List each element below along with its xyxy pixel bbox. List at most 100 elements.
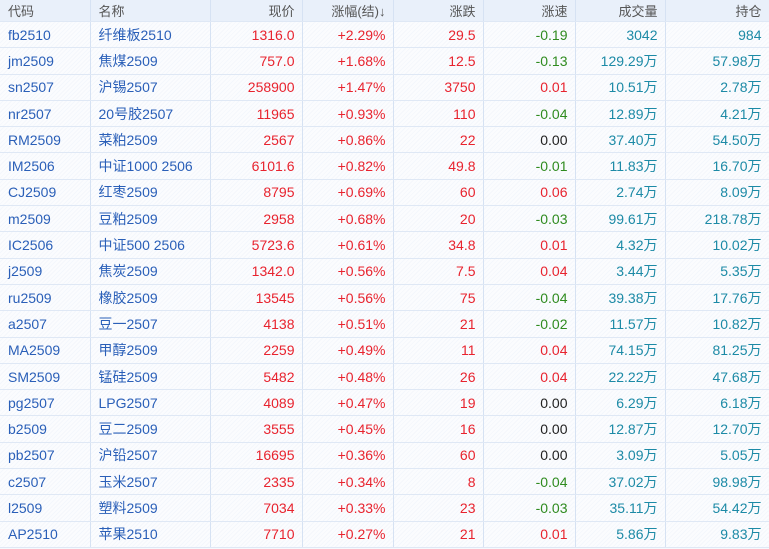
cell-code: a2507 [0, 310, 91, 338]
table-row[interactable]: pg2507 LPG2507 4089 +0.47% 19 0.00 6.29万 6.18万 [0, 389, 769, 417]
table-row[interactable]: RM2509 菜粕2509 2567 +0.86% 22 0.00 37.40万 54.50万 [0, 126, 769, 154]
cell-speed: -0.03 [483, 205, 576, 233]
cell-change-pct: +0.61% [302, 231, 394, 259]
cell-volume: 3042 [575, 21, 666, 49]
cell-name: 中证500 2506 [90, 231, 211, 259]
cell-price: 4138 [210, 310, 303, 338]
cell-volume: 37.40万 [575, 126, 666, 154]
cell-code: AP2510 [0, 521, 91, 548]
cell-price: 8795 [210, 179, 303, 207]
cell-volume: 39.38万 [575, 284, 666, 312]
cell-speed: -0.04 [483, 468, 576, 496]
col-header-volume[interactable]: 成交量 [575, 0, 666, 22]
table-row[interactable]: j2509 焦炭2509 1342.0 +0.56% 7.5 0.04 3.44万 5.35万 [0, 258, 769, 285]
cell-code: fb2510 [0, 21, 91, 49]
cell-speed: 0.00 [483, 442, 576, 470]
cell-change-pct: +0.45% [302, 415, 394, 443]
cell-open-interest: 16.70万 [665, 152, 769, 180]
table-row[interactable]: jm2509 焦煤2509 757.0 +1.68% 12.5 -0.13 129.29万 5… [0, 47, 769, 75]
cell-volume: 35.11万 [575, 494, 666, 522]
cell-name: 沪铅2507 [90, 442, 211, 470]
cell-volume: 2.74万 [575, 179, 666, 207]
cell-code: l2509 [0, 494, 91, 522]
table-row[interactable]: SM2509 锰硅2509 5482 +0.48% 26 0.04 22.22万 47.68万 [0, 363, 769, 391]
table-row[interactable]: fb2510 纤维板2510 1316.0 +2.29% 29.5 -0.19 3042 98… [0, 21, 769, 49]
table-row[interactable]: CJ2509 红枣2509 8795 +0.69% 60 0.06 2.74万 8.09万 [0, 179, 769, 207]
col-header-name[interactable]: 名称 [90, 0, 211, 22]
cell-change: 16 [393, 415, 484, 443]
table-row[interactable]: b2509 豆二2509 3555 +0.45% 16 0.00 12.87万 12.70万 [0, 415, 769, 443]
cell-price: 5723.6 [210, 231, 303, 259]
cell-open-interest: 5.35万 [665, 258, 769, 285]
cell-name: LPG2507 [90, 389, 211, 417]
cell-change-pct: +0.69% [302, 179, 394, 207]
cell-volume: 11.57万 [575, 310, 666, 338]
cell-price: 258900 [210, 74, 303, 101]
cell-open-interest: 9.83万 [665, 521, 769, 548]
table-row[interactable]: IM2506 中证1000 2506 6101.6 +0.82% 49.8 -0.01 11… [0, 152, 769, 180]
cell-speed: -0.03 [483, 494, 576, 522]
table-row[interactable]: l2509 塑料2509 7034 +0.33% 23 -0.03 35.11万 54.42万 [0, 494, 769, 522]
header-row: 代码 名称 现价 涨幅(结)↓ 涨跌 涨速 成交量 持仓 [0, 0, 769, 22]
cell-open-interest: 2.78万 [665, 74, 769, 101]
cell-volume: 4.32万 [575, 231, 666, 259]
cell-speed: -0.01 [483, 152, 576, 180]
col-header-speed[interactable]: 涨速 [483, 0, 576, 22]
cell-change-pct: +0.56% [302, 284, 394, 312]
cell-change: 3750 [393, 74, 484, 101]
cell-price: 5482 [210, 363, 303, 391]
cell-price: 757.0 [210, 47, 303, 75]
cell-code: ru2509 [0, 284, 91, 312]
table-row[interactable]: ru2509 橡胶2509 13545 +0.56% 75 -0.04 39.38万 17.7… [0, 284, 769, 312]
cell-price: 7034 [210, 494, 303, 522]
cell-speed: 0.01 [483, 231, 576, 259]
cell-code: IC2506 [0, 231, 91, 259]
col-header-open-interest[interactable]: 持仓 [665, 0, 769, 22]
cell-change: 19 [393, 389, 484, 417]
cell-change: 11 [393, 337, 484, 364]
table-row[interactable]: AP2510 苹果2510 7710 +0.27% 21 0.01 5.86万 9.83万 [0, 521, 769, 548]
col-header-code[interactable]: 代码 [0, 0, 91, 22]
cell-price: 2567 [210, 126, 303, 154]
cell-code: m2509 [0, 205, 91, 233]
cell-open-interest: 81.25万 [665, 337, 769, 364]
cell-name: 锰硅2509 [90, 363, 211, 391]
table-row[interactable]: MA2509 甲醇2509 2259 +0.49% 11 0.04 74.15万 81.25万 [0, 337, 769, 364]
cell-change-pct: +0.47% [302, 389, 394, 417]
cell-price: 4089 [210, 389, 303, 417]
cell-open-interest: 5.05万 [665, 442, 769, 470]
col-header-change[interactable]: 涨跌 [393, 0, 484, 22]
col-header-change-pct[interactable]: 涨幅(结)↓ [302, 0, 394, 22]
cell-change: 22 [393, 126, 484, 154]
cell-price: 2958 [210, 205, 303, 233]
cell-price: 7710 [210, 521, 303, 548]
cell-name: 豆粕2509 [90, 205, 211, 233]
cell-open-interest: 4.21万 [665, 100, 769, 128]
col-header-price[interactable]: 现价 [210, 0, 303, 22]
table-row[interactable]: nr2507 20号胶2507 11965 +0.93% 110 -0.04 12.89万 4… [0, 100, 769, 128]
cell-volume: 3.09万 [575, 442, 666, 470]
cell-speed: 0.00 [483, 126, 576, 154]
table-row[interactable]: IC2506 中证500 2506 5723.6 +0.61% 34.8 0.01 4.32… [0, 231, 769, 259]
cell-change-pct: +0.93% [302, 100, 394, 128]
cell-speed: 0.04 [483, 337, 576, 364]
cell-change-pct: +0.56% [302, 258, 394, 285]
cell-code: jm2509 [0, 47, 91, 75]
table-row[interactable]: a2507 豆一2507 4138 +0.51% 21 -0.02 11.57万 10.82万 [0, 310, 769, 338]
table-row[interactable]: pb2507 沪铅2507 16695 +0.36% 60 0.00 3.09万 5.05万 [0, 442, 769, 470]
cell-volume: 22.22万 [575, 363, 666, 391]
cell-change: 49.8 [393, 152, 484, 180]
table-row[interactable]: c2507 玉米2507 2335 +0.34% 8 -0.04 37.02万 98.98万 [0, 468, 769, 496]
cell-code: IM2506 [0, 152, 91, 180]
table-row[interactable]: m2509 豆粕2509 2958 +0.68% 20 -0.03 99.61万 218.78… [0, 205, 769, 233]
cell-change: 7.5 [393, 258, 484, 285]
cell-change-pct: +1.68% [302, 47, 394, 75]
cell-change: 20 [393, 205, 484, 233]
cell-code: CJ2509 [0, 179, 91, 207]
cell-speed: 0.00 [483, 415, 576, 443]
table-row[interactable]: sn2507 沪锡2507 258900 +1.47% 3750 0.01 10.51万 2.… [0, 74, 769, 101]
cell-name: 焦煤2509 [90, 47, 211, 75]
cell-change: 29.5 [393, 21, 484, 49]
cell-open-interest: 98.98万 [665, 468, 769, 496]
cell-code: nr2507 [0, 100, 91, 128]
